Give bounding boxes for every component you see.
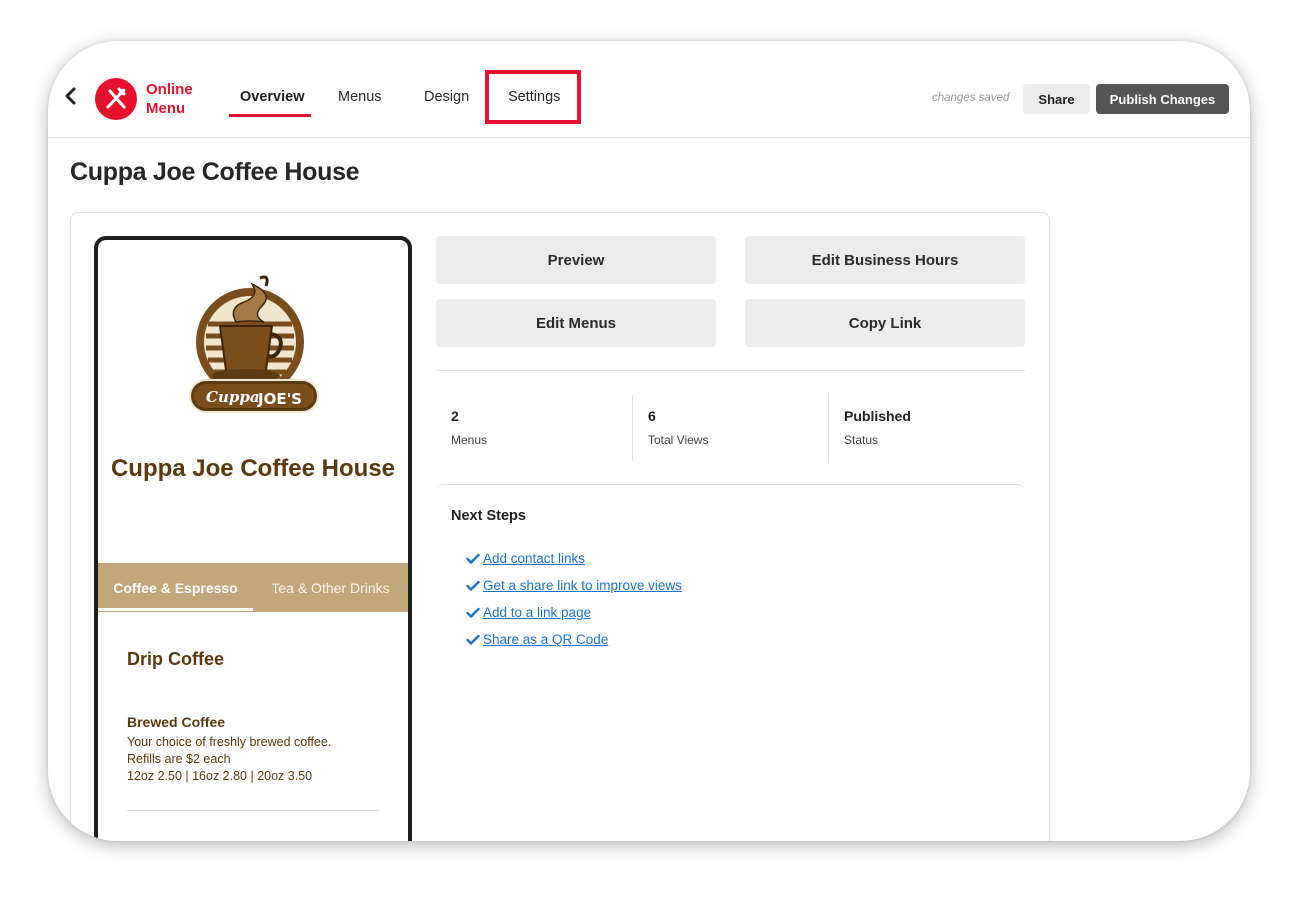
cuppa-joes-logo: Cuppa JOE'S [189,275,319,413]
stat-views-value: 6 [648,408,656,424]
get-share-link-link[interactable]: Get a share link to improve views [483,578,682,593]
edit-menus-button[interactable]: Edit Menus [436,299,716,347]
page-title: Cuppa Joe Coffee House [70,158,360,186]
stat-divider [632,395,633,461]
checkmark-icon [466,553,480,564]
fork-knife-icon [95,78,137,120]
tab-overview[interactable]: Overview [240,89,305,105]
item-divider [127,810,379,811]
top-bar: Online Menu Overview Menus Design Settin… [48,41,1250,138]
stat-menus-value: 2 [451,408,459,424]
preview-tab-tea-other[interactable]: Tea & Other Drinks [253,563,408,612]
edit-business-hours-button[interactable]: Edit Business Hours [745,236,1025,284]
menu-phone-preview: Cuppa JOE'S Cuppa Joe Coffee House Coffe… [94,236,412,841]
preview-item-name: Brewed Coffee [127,714,226,730]
stat-views-label: Total Views [648,433,709,447]
back-chevron-icon[interactable] [64,85,78,107]
tab-design[interactable]: Design [424,89,469,105]
preview-tab-coffee-espresso[interactable]: Coffee & Espresso [98,563,253,612]
checkmark-icon [466,580,480,591]
share-button[interactable]: Share [1023,84,1090,114]
checkmark-icon [466,634,480,645]
logo-script-text: Cuppa [206,388,260,406]
tab-menus[interactable]: Menus [338,89,382,105]
app-logo-text: Online Menu [146,80,193,118]
preview-button[interactable]: Preview [436,236,716,284]
active-tab-indicator [229,114,311,117]
preview-menu-tabs: Coffee & Espresso Tea & Other Drinks [98,563,408,612]
app-window: Online Menu Overview Menus Design Settin… [48,41,1250,841]
divider [436,370,1025,371]
share-as-qr-code-link[interactable]: Share as a QR Code [483,632,608,647]
item-desc-line-2: Refills are $2 each [127,752,231,766]
next-step-item: Add to a link page [466,605,591,620]
add-contact-links-link[interactable]: Add contact links [483,551,585,566]
preview-section-title: Drip Coffee [127,649,225,669]
logo-line-1: Online [146,81,193,98]
add-to-link-page-link[interactable]: Add to a link page [483,605,591,620]
copy-link-button[interactable]: Copy Link [745,299,1025,347]
stat-menus-label: Menus [451,433,488,447]
next-step-item: Share as a QR Code [466,632,608,647]
settings-highlight-box [485,70,581,124]
next-steps-title: Next Steps [451,508,526,524]
logo-caps-text: JOE'S [257,390,302,408]
item-prices: 12oz 2.50 | 16oz 2.80 | 20oz 3.50 [127,769,313,783]
checkmark-icon [466,607,480,618]
preview-item-description: Your choice of freshly brewed coffee. Re… [127,734,387,785]
stat-status-label: Status [844,433,879,447]
logo-line-2: Menu [146,100,186,117]
next-steps-panel [436,484,1025,841]
save-status-text: changes saved [932,92,1010,104]
stat-divider [828,395,829,461]
next-step-item: Get a share link to improve views [466,578,682,593]
item-desc-line-1: Your choice of freshly brewed coffee. [127,735,332,749]
publish-changes-button[interactable]: Publish Changes [1096,84,1229,114]
preview-business-name: Cuppa Joe Coffee House [110,455,396,482]
next-step-item: Add contact links [466,551,585,566]
stat-status-value: Published [844,408,911,424]
preview-active-tab-indicator [98,608,253,611]
